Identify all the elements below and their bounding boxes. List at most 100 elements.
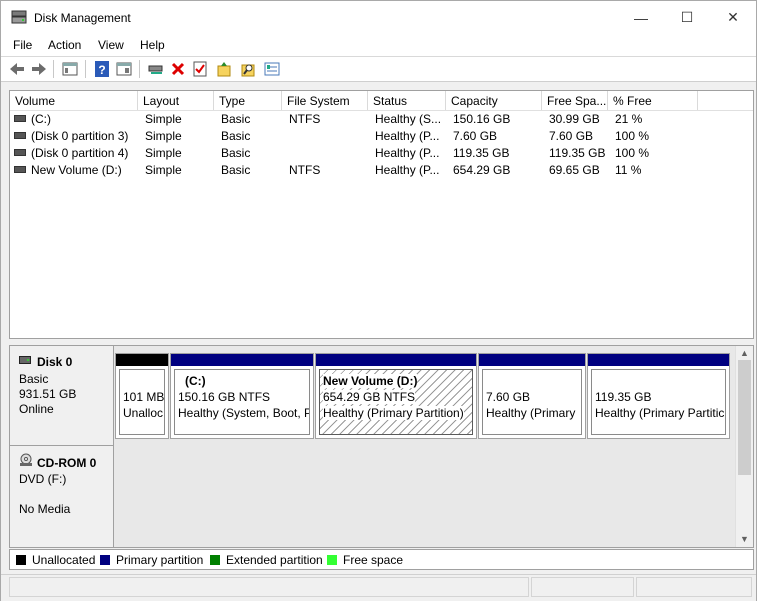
connect-disk-icon: [148, 65, 163, 74]
partition-c[interactable]: (C:) 150.16 GB NTFS Healthy (System, Boo…: [170, 353, 314, 439]
properties-button[interactable]: [115, 60, 133, 78]
volume-row[interactable]: (Disk 0 partition 4) Simple Basic Health…: [10, 145, 753, 162]
menu-action[interactable]: Action: [48, 38, 81, 52]
volume-cell: New Volume (D:): [14, 162, 138, 179]
cd-rom-0-label[interactable]: CD-ROM 0 DVD (F:) No Media: [10, 446, 114, 547]
disk-map[interactable]: Disk 0 Basic 931.51 GB Online 101 MB Una…: [9, 345, 754, 548]
partition-body: (C:) 150.16 GB NTFS Healthy (System, Boo…: [174, 369, 310, 435]
free-space-cell: 30.99 GB: [549, 112, 600, 126]
scroll-up-icon[interactable]: ▲: [736, 347, 753, 360]
file-system-cell: NTFS: [289, 163, 321, 177]
volume-list[interactable]: Volume Layout Type File System Status Ca…: [9, 90, 754, 339]
partition-color-bar: [588, 354, 729, 366]
legend-swatch: [327, 555, 337, 565]
volume-row[interactable]: (C:) Simple Basic NTFS Healthy (S... 150…: [10, 111, 753, 128]
disk-state: Online: [19, 402, 54, 416]
partition-size: 7.60 GB: [486, 390, 531, 404]
close-button[interactable]: ✕: [710, 1, 756, 34]
partition-size: 119.35 GB: [595, 390, 652, 404]
settings-button[interactable]: [263, 60, 281, 78]
console-tree-icon: [62, 62, 78, 76]
partition-size: 150.16 GB NTFS: [178, 390, 271, 404]
column-header-capacity[interactable]: Capacity: [446, 91, 542, 110]
status-bar: [1, 574, 756, 601]
volume-cell: (Disk 0 partition 4): [14, 145, 138, 162]
type-cell: Basic: [221, 146, 251, 160]
disk-state: No Media: [19, 502, 71, 516]
layout-cell: Simple: [145, 146, 182, 160]
partition-body: 119.35 GB Healthy (Primary Partitic: [591, 369, 726, 435]
menu-help[interactable]: Help: [140, 38, 165, 52]
partition-new-volume-d[interactable]: New Volume (D:) 654.29 GB NTFS Healthy (…: [315, 353, 477, 439]
help-icon: ?: [95, 61, 109, 77]
column-header-file-system[interactable]: File System: [282, 91, 368, 110]
legend-label: Primary partition: [116, 553, 204, 567]
layout-cell: Simple: [145, 163, 182, 177]
scrollbar-thumb[interactable]: [738, 360, 751, 475]
console-tree-button[interactable]: [61, 60, 79, 78]
toolbar-separator: [85, 60, 86, 78]
type-cell: Basic: [221, 129, 251, 143]
connect-disk-button[interactable]: [147, 60, 165, 78]
free-space-cell: 7.60 GB: [549, 129, 594, 143]
column-header-layout[interactable]: Layout: [138, 91, 214, 110]
partition-status: Healthy (Primary Partitic: [595, 406, 725, 420]
disk-name: CD-ROM 0: [37, 456, 97, 470]
status-cell: Healthy (P...: [375, 163, 440, 177]
layout-cell: Simple: [145, 112, 182, 126]
menu-file[interactable]: File: [13, 38, 32, 52]
check-button[interactable]: [191, 60, 209, 78]
forward-button[interactable]: [30, 60, 48, 78]
delete-x-icon: [171, 62, 185, 76]
volume-row[interactable]: New Volume (D:) Simple Basic NTFS Health…: [10, 162, 753, 179]
back-button[interactable]: [8, 60, 26, 78]
type-cell: Basic: [221, 163, 251, 177]
column-header-type[interactable]: Type: [214, 91, 282, 110]
partition-disk-0-partition-3[interactable]: 7.60 GB Healthy (Primary: [478, 353, 586, 439]
open-button[interactable]: [215, 60, 233, 78]
menu-view[interactable]: View: [98, 38, 124, 52]
partition-status: Unalloc: [123, 406, 164, 420]
drive-icon: [14, 115, 26, 123]
column-header-status[interactable]: Status: [368, 91, 446, 110]
title-bar: Disk Management — ☐ ✕: [1, 1, 756, 34]
volume-name: New Volume (D:): [31, 163, 122, 177]
partition-legend: Unallocated Primary partition Extended p…: [9, 549, 754, 570]
legend-item: Extended partition: [210, 553, 323, 567]
disk-kind: DVD (F:): [19, 472, 67, 486]
column-header-volume[interactable]: Volume: [10, 91, 138, 110]
volume-cell: (Disk 0 partition 3): [14, 128, 138, 145]
help-button[interactable]: ?: [93, 60, 111, 78]
percent-free-cell: 100 %: [615, 146, 650, 160]
partition-color-bar: [116, 354, 168, 366]
minimize-button[interactable]: —: [618, 1, 664, 34]
volume-list-header: Volume Layout Type File System Status Ca…: [10, 91, 753, 111]
vertical-scrollbar[interactable]: ▲ ▼: [735, 346, 753, 547]
capacity-cell: 654.29 GB: [453, 163, 511, 177]
disk-0-label[interactable]: Disk 0 Basic 931.51 GB Online: [10, 346, 114, 446]
file-system-cell: NTFS: [289, 112, 321, 126]
volume-row[interactable]: (Disk 0 partition 3) Simple Basic Health…: [10, 128, 753, 145]
status-pane: [9, 577, 529, 597]
partition-disk-0-partition-4[interactable]: 119.35 GB Healthy (Primary Partitic: [587, 353, 730, 439]
scroll-down-icon[interactable]: ▼: [736, 533, 753, 546]
partition-unallocated[interactable]: 101 MB Unalloc: [115, 353, 169, 439]
volume-cell: (C:): [14, 111, 138, 128]
drive-icon: [14, 149, 26, 157]
column-header-free-space[interactable]: Free Spa...: [542, 91, 608, 110]
partition-size: 654.29 GB NTFS: [323, 390, 416, 404]
maximize-button[interactable]: ☐: [664, 1, 710, 34]
toolbar: ?: [1, 57, 756, 82]
partition-color-bar: [479, 354, 585, 366]
partition-body: 7.60 GB Healthy (Primary: [482, 369, 582, 435]
status-pane: [636, 577, 752, 597]
partition-body-selected: New Volume (D:) 654.29 GB NTFS Healthy (…: [319, 369, 473, 435]
column-header-percent-free[interactable]: % Free: [608, 91, 698, 110]
explore-button[interactable]: [239, 60, 257, 78]
percent-free-cell: 100 %: [615, 129, 650, 143]
type-cell: Basic: [221, 112, 251, 126]
pane-splitter[interactable]: [9, 340, 752, 344]
search-folder-icon: [241, 64, 255, 77]
checklist-icon: [193, 61, 207, 77]
delete-button[interactable]: [169, 60, 187, 78]
